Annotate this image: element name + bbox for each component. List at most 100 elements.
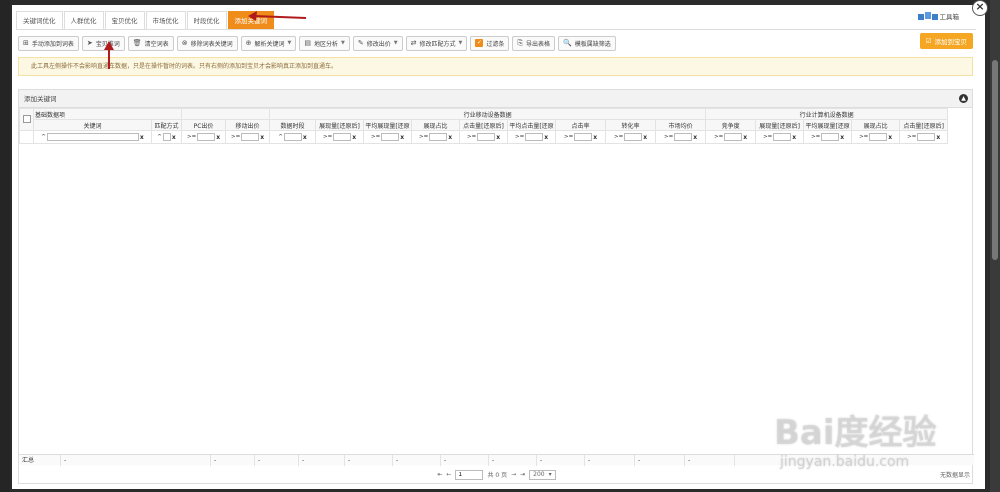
filter-input[interactable] xyxy=(525,133,544,141)
filter-input[interactable] xyxy=(773,133,792,141)
page-input[interactable] xyxy=(455,469,484,480)
column-header[interactable]: 市场均价 xyxy=(655,119,707,131)
collapse-icon[interactable]: ▲ xyxy=(959,94,968,103)
column-header[interactable]: 点击率 xyxy=(555,119,607,131)
filter-operator[interactable]: >= xyxy=(664,134,673,140)
clear-filter-icon[interactable]: x xyxy=(216,134,220,141)
close-icon[interactable]: × xyxy=(972,0,988,16)
filter-input[interactable] xyxy=(46,133,139,141)
filter-operator[interactable]: >= xyxy=(231,134,240,140)
filter-operator[interactable]: >= xyxy=(811,134,820,140)
filter-operator[interactable]: >= xyxy=(714,134,723,140)
scrollbar-thumb[interactable] xyxy=(992,60,998,260)
filter-input[interactable] xyxy=(241,133,260,141)
clear-filter-icon[interactable]: x xyxy=(936,134,940,141)
column-header[interactable]: 平均展现量[还原 xyxy=(803,119,853,131)
column-header[interactable]: 展现占比 xyxy=(411,119,461,131)
tab-5[interactable]: 添加关键词 xyxy=(227,11,274,29)
column-header[interactable]: 平均展现量[还原 xyxy=(363,119,413,131)
clear-filter-icon[interactable]: x xyxy=(400,134,404,141)
clear-filter-icon[interactable]: x xyxy=(792,134,796,141)
column-header[interactable]: 移动出价 xyxy=(225,119,271,131)
clear-filter-icon[interactable]: x xyxy=(140,134,144,141)
clear-filter-icon[interactable]: x xyxy=(840,134,844,141)
filter-operator[interactable]: ^ xyxy=(278,134,283,140)
filter-input[interactable] xyxy=(429,133,448,141)
column-header[interactable]: 竞争度 xyxy=(705,119,757,131)
filter-operator[interactable]: >= xyxy=(323,134,332,140)
filter-input[interactable] xyxy=(477,133,496,141)
clear-filter-icon[interactable]: x xyxy=(352,134,356,141)
filter-operator[interactable]: >= xyxy=(763,134,772,140)
clear-filter-icon[interactable]: x xyxy=(260,134,264,141)
toolbar-button-2[interactable]: 🗑 清空词表 xyxy=(127,35,174,51)
filter-operator[interactable]: >= xyxy=(564,134,573,140)
column-header[interactable]: 匹配方式 xyxy=(150,119,183,131)
column-header[interactable]: PC出价 xyxy=(181,119,227,131)
clear-filter-icon[interactable]: x xyxy=(593,134,597,141)
clear-filter-icon[interactable]: x xyxy=(496,134,500,141)
prev-page-icon[interactable]: ← xyxy=(446,471,451,478)
toolbar-button-5[interactable]: ▤ 地区分析 ▼ xyxy=(299,35,350,51)
next-page-icon[interactable]: → xyxy=(511,471,516,478)
clear-filter-icon[interactable]: x xyxy=(888,134,892,141)
filter-operator[interactable]: >= xyxy=(859,134,868,140)
add-to-plan-button[interactable]: ☑ 添加到宝贝 xyxy=(919,33,973,49)
filter-input[interactable] xyxy=(624,133,643,141)
column-header[interactable]: 平均点击量[还原 xyxy=(507,119,557,131)
toolbar-button-6[interactable]: ✎ 修改出价 ▼ xyxy=(352,35,403,51)
clear-filter-icon[interactable]: x xyxy=(544,134,548,141)
clear-filter-icon[interactable]: x xyxy=(448,134,452,141)
select-all-checkbox[interactable] xyxy=(22,114,31,123)
filter-input[interactable] xyxy=(283,133,302,141)
column-header[interactable]: 展现量[还原后] xyxy=(315,119,365,131)
filter-operator[interactable]: ^ xyxy=(157,134,162,140)
toolbar-button-8[interactable]: ✓ 过滤条 xyxy=(470,35,510,51)
toolbar-button-7[interactable]: ⇄ 修改匹配方式 ▼ xyxy=(405,35,468,51)
page-size-select[interactable]: 200 ▾ xyxy=(529,469,556,480)
filter-input[interactable] xyxy=(674,133,693,141)
tab-2[interactable]: 宝贝优化 xyxy=(104,11,145,29)
toolbar-button-10[interactable]: 🔍 模板属缺筛选 xyxy=(557,35,616,51)
filter-input[interactable] xyxy=(333,133,352,141)
filter-operator[interactable]: >= xyxy=(371,134,380,140)
filter-operator[interactable]: >= xyxy=(907,134,916,140)
filter-input[interactable] xyxy=(162,133,171,141)
toolbar-button-4[interactable]: ⊕ 解析关键词 ▼ xyxy=(240,35,297,51)
tab-4[interactable]: 时段优化 xyxy=(186,11,227,29)
filter-input[interactable] xyxy=(821,133,840,141)
clear-filter-icon[interactable]: x xyxy=(303,134,307,141)
filter-input[interactable] xyxy=(917,133,936,141)
toolbar-button-0[interactable]: ⊞ 手动添加到词表 xyxy=(18,35,79,51)
column-header[interactable]: 展现量[还原后] xyxy=(755,119,805,131)
filter-operator[interactable]: >= xyxy=(187,134,196,140)
first-page-icon[interactable]: ⇤ xyxy=(437,471,442,478)
tab-0[interactable]: 关键词优化 xyxy=(16,11,63,29)
column-header[interactable]: 展现占比 xyxy=(851,119,901,131)
filter-operator[interactable]: >= xyxy=(419,134,428,140)
page-scrollbar[interactable] xyxy=(990,0,1000,492)
filter-operator[interactable]: >= xyxy=(515,134,524,140)
clear-filter-icon[interactable]: x xyxy=(172,134,176,141)
column-header[interactable]: 点击量[还原后] xyxy=(899,119,949,131)
filter-input[interactable] xyxy=(869,133,888,141)
filter-input[interactable] xyxy=(197,133,216,141)
filter-input[interactable] xyxy=(381,133,400,141)
column-header[interactable]: 转化率 xyxy=(605,119,657,131)
toolbar-button-1[interactable]: ➤ 宝贝推词 xyxy=(81,35,125,51)
clear-filter-icon[interactable]: x xyxy=(643,134,647,141)
tab-3[interactable]: 市场优化 xyxy=(145,11,186,29)
last-page-icon[interactable]: ⇥ xyxy=(520,471,525,478)
filter-operator[interactable]: >= xyxy=(467,134,476,140)
clear-filter-icon[interactable]: x xyxy=(743,134,747,141)
column-header[interactable]: 关键词 xyxy=(33,119,152,131)
tab-1[interactable]: 人群优化 xyxy=(63,11,104,29)
filter-operator[interactable]: >= xyxy=(614,134,623,140)
column-header[interactable]: 数据时段 xyxy=(269,119,317,131)
clear-filter-icon[interactable]: x xyxy=(693,134,697,141)
toolbar-button-3[interactable]: ⊗ 移除词表关键词 xyxy=(176,35,238,51)
filter-operator[interactable]: ^ xyxy=(41,134,46,140)
toolbar-button-9[interactable]: ⎘ 导出表格 xyxy=(512,35,555,51)
filter-input[interactable] xyxy=(574,133,593,141)
column-header[interactable]: 点击量[还原后] xyxy=(459,119,509,131)
